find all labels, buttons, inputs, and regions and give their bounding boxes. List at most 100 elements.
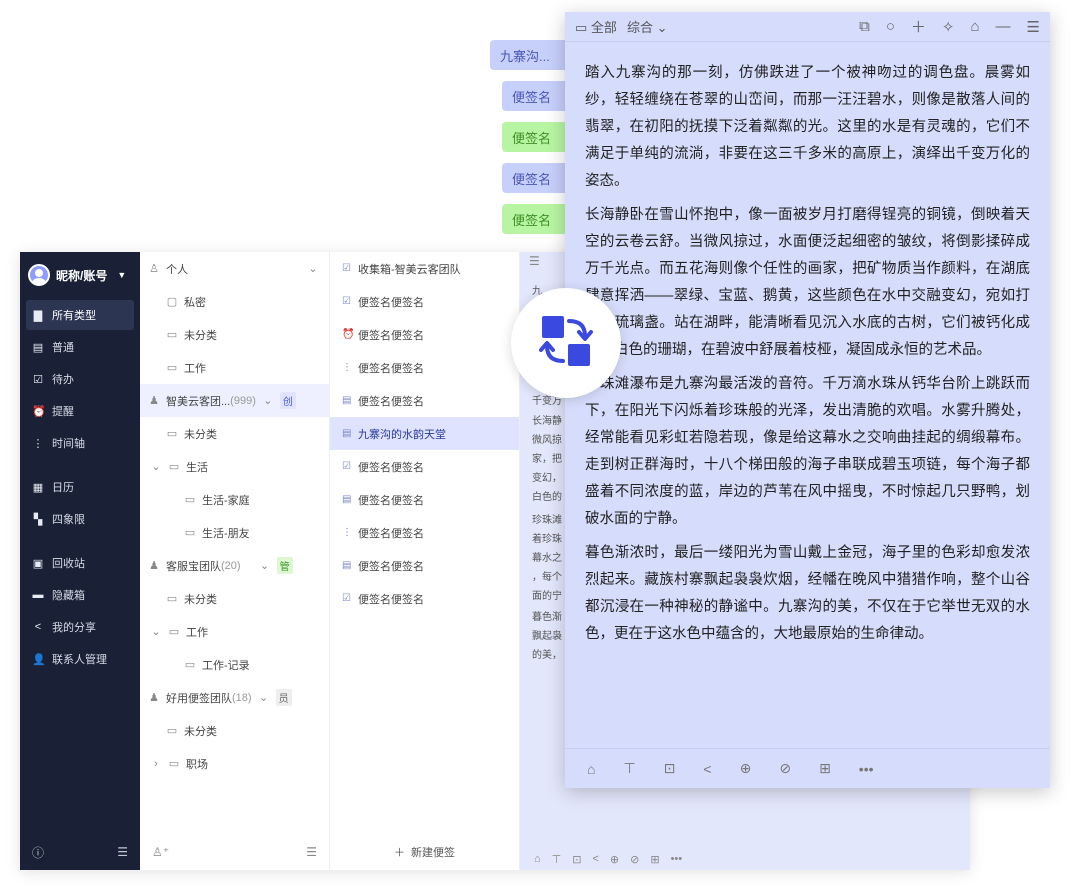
sidebar-item-calendar[interactable]: ▦ 日历 bbox=[26, 472, 134, 502]
floating-note-window: ▭ 全部 综合 ⌄ ⧉ ○ ＋ ✧ ⌂ — ☰ 踏入九寨沟的那一刻，仿佛跌进了一… bbox=[565, 12, 1050, 788]
sidebar-item-label: 四象限 bbox=[52, 514, 85, 526]
more-icon[interactable]: ••• bbox=[671, 853, 683, 866]
sidebar-item-label: 我的分享 bbox=[52, 622, 96, 634]
list-item[interactable]: ☑ 收集箱-智美云客团队 bbox=[330, 252, 519, 285]
chevron-right-icon: › bbox=[154, 757, 158, 770]
pin-icon[interactable]: ✧ bbox=[942, 18, 955, 36]
folder-work-record[interactable]: ▭ 工作-记录 bbox=[140, 648, 329, 681]
team-icon: ♟ bbox=[149, 692, 159, 704]
skin-icon[interactable]: ⌂ bbox=[970, 18, 979, 35]
folder-team-haoyong[interactable]: ♟ 好用便签团队 (18) ⌄ 员 bbox=[140, 681, 329, 714]
folder-icon: ▭ bbox=[168, 758, 180, 770]
folder-count: (20) bbox=[221, 559, 241, 572]
sort-dropdown[interactable]: 综合 ⌄ bbox=[627, 17, 668, 36]
folder-uncategorized[interactable]: ▭ 未分类 bbox=[140, 582, 329, 615]
sticky-tab[interactable]: 便签名 bbox=[502, 163, 565, 193]
list-item[interactable]: ▤ 便签名便签名 bbox=[330, 483, 519, 516]
switch-mode-icon[interactable] bbox=[511, 288, 621, 398]
folder-personal[interactable]: ♙ 个人 ⌄ bbox=[140, 252, 329, 285]
trash-icon[interactable]: ⊞ bbox=[650, 853, 659, 866]
share-icon[interactable]: < bbox=[592, 853, 598, 866]
collapse-list-icon[interactable]: ☰ bbox=[306, 845, 317, 859]
list-item[interactable]: ☑ 便签名便签名 bbox=[330, 285, 519, 318]
sidebar-item-all-types[interactable]: ▇ 所有类型 bbox=[26, 300, 134, 330]
folder-workplace[interactable]: › ▭ 职场 bbox=[140, 747, 329, 780]
search-icon[interactable]: ○ bbox=[886, 18, 895, 35]
list-item[interactable]: ☑ 便签名便签名 bbox=[330, 450, 519, 483]
hide-icon[interactable]: ⊘ bbox=[779, 760, 791, 777]
preview-text: ，每个 bbox=[532, 572, 562, 583]
sidebar-item-trash[interactable]: ▣ 回收站 bbox=[26, 548, 134, 578]
pin-top-icon[interactable]: ⊤ bbox=[623, 760, 635, 777]
folder-team-kefubao[interactable]: ♟ 客服宝团队 (20) ⌄ 管 bbox=[140, 549, 329, 582]
list-item[interactable]: ▤ 便签名便签名 bbox=[330, 549, 519, 582]
list-item[interactable]: ⋮ 便签名便签名 bbox=[330, 516, 519, 549]
folder-life-home[interactable]: ▭ 生活-家庭 bbox=[140, 483, 329, 516]
trash-icon[interactable]: ⊞ bbox=[819, 760, 831, 777]
sidebar-item-hidden-box[interactable]: ▬ 隐藏箱 bbox=[26, 580, 134, 610]
menu-icon[interactable]: ☰ bbox=[1027, 18, 1040, 36]
folder-label: 生活-家庭 bbox=[202, 494, 250, 507]
folder-uncategorized[interactable]: ▭ 未分类 bbox=[140, 318, 329, 351]
folder-life[interactable]: ⌄ ▭ 生活 bbox=[140, 450, 329, 483]
more-icon[interactable]: ••• bbox=[859, 761, 874, 777]
note-content[interactable]: 踏入九寨沟的那一刻，仿佛跌进了一个被神吻过的调色盘。晨雾如纱，轻轻缠绕在苍翠的山… bbox=[565, 42, 1050, 648]
filter-all-button[interactable]: ▭ 全部 bbox=[575, 17, 617, 36]
collapse-sidebar-icon[interactable]: ☰ bbox=[117, 845, 128, 859]
pin-top-icon[interactable]: ⊤ bbox=[552, 853, 562, 866]
sidebar-item-my-share[interactable]: < 我的分享 bbox=[26, 612, 134, 642]
folder-private[interactable]: ▢ 私密 bbox=[140, 285, 329, 318]
folder-work[interactable]: ▭ 工作 bbox=[140, 351, 329, 384]
hide-icon[interactable]: ⊘ bbox=[630, 853, 639, 866]
share-icon[interactable]: < bbox=[703, 761, 711, 777]
folder-team-zhimei[interactable]: ♟ 智美云客团... (999) ⌄ 创 bbox=[140, 384, 329, 417]
help-icon[interactable]: ⓘ bbox=[32, 844, 44, 861]
folder-uncategorized[interactable]: ▭ 未分类 bbox=[140, 714, 329, 747]
new-note-button[interactable]: ＋ 新建便签 bbox=[330, 834, 519, 870]
folder-uncategorized[interactable]: ▭ 未分类 bbox=[140, 417, 329, 450]
note-window-toolbar: ⌂ ⊤ ⊡ < ⊕ ⊘ ⊞ ••• bbox=[565, 748, 1050, 788]
note-title: 便签名便签名 bbox=[358, 296, 424, 309]
role-badge: 员 bbox=[275, 689, 292, 706]
preview-text: 暮色渐 bbox=[532, 612, 562, 623]
sticky-tab[interactable]: 九寨沟... bbox=[490, 40, 565, 70]
shirt-icon[interactable]: ⌂ bbox=[534, 853, 541, 866]
sidebar-item-contacts[interactable]: 👤 联系人管理 bbox=[26, 644, 134, 674]
list-item[interactable]: ▤ 便签名便签名 bbox=[330, 384, 519, 417]
note-title: 便签名便签名 bbox=[358, 329, 424, 342]
move-folder-icon[interactable]: ⊡ bbox=[572, 853, 581, 866]
preview-text: 变幻， bbox=[532, 473, 562, 484]
sidebar-item-normal[interactable]: ▤ 普通 bbox=[26, 332, 134, 362]
note-icon: ▤ bbox=[342, 560, 352, 571]
user-menu[interactable]: 昵称/账号 ▼ bbox=[20, 252, 140, 298]
sticky-tab[interactable]: 便签名 bbox=[502, 122, 565, 152]
note-icon: ▤ bbox=[342, 395, 352, 406]
move-folder-icon[interactable]: ⊡ bbox=[664, 760, 676, 777]
plus-icon[interactable]: ＋ bbox=[911, 16, 926, 37]
sticky-tab[interactable]: 便签名 bbox=[502, 81, 565, 111]
minimize-icon[interactable]: — bbox=[996, 18, 1011, 35]
list-item[interactable]: ⋮ 便签名便签名 bbox=[330, 351, 519, 384]
alarm-icon: ⏰ bbox=[342, 329, 355, 340]
sidebar-item-todo[interactable]: ☑ 待办 bbox=[26, 364, 134, 394]
skin-icon[interactable]: ⌂ bbox=[587, 761, 595, 777]
sidebar-item-quadrant[interactable]: ▚ 四象限 bbox=[26, 504, 134, 534]
note-title: 九寨沟的水韵天堂 bbox=[358, 428, 446, 441]
sticky-tab-label: 便签名 bbox=[512, 212, 552, 228]
lock-icon[interactable]: ⊕ bbox=[610, 853, 619, 866]
list-item[interactable]: ▤ 九寨沟的水韵天堂 bbox=[330, 417, 519, 450]
sidebar-item-reminder[interactable]: ⏰ 提醒 bbox=[26, 396, 134, 426]
add-member-icon[interactable]: ♙⁺ bbox=[152, 845, 169, 859]
lock-icon[interactable]: ⊕ bbox=[740, 760, 752, 777]
note-title: 便签名便签名 bbox=[358, 527, 424, 540]
folder-work[interactable]: ⌄ ▭ 工作 bbox=[140, 615, 329, 648]
list-icon[interactable]: ☰ bbox=[529, 254, 540, 268]
expand-icon[interactable]: ⧉ bbox=[859, 18, 870, 35]
list-item[interactable]: ☑ 便签名便签名 bbox=[330, 582, 519, 615]
sticky-tab-label: 便签名 bbox=[512, 130, 552, 146]
note-icon: ▤ bbox=[342, 428, 352, 439]
sticky-tab[interactable]: 便签名 bbox=[502, 204, 565, 234]
sidebar-item-timeline[interactable]: ⋮ 时间轴 bbox=[26, 428, 134, 458]
list-item[interactable]: ⏰ 便签名便签名 bbox=[330, 318, 519, 351]
folder-life-friends[interactable]: ▭ 生活-朋友 bbox=[140, 516, 329, 549]
